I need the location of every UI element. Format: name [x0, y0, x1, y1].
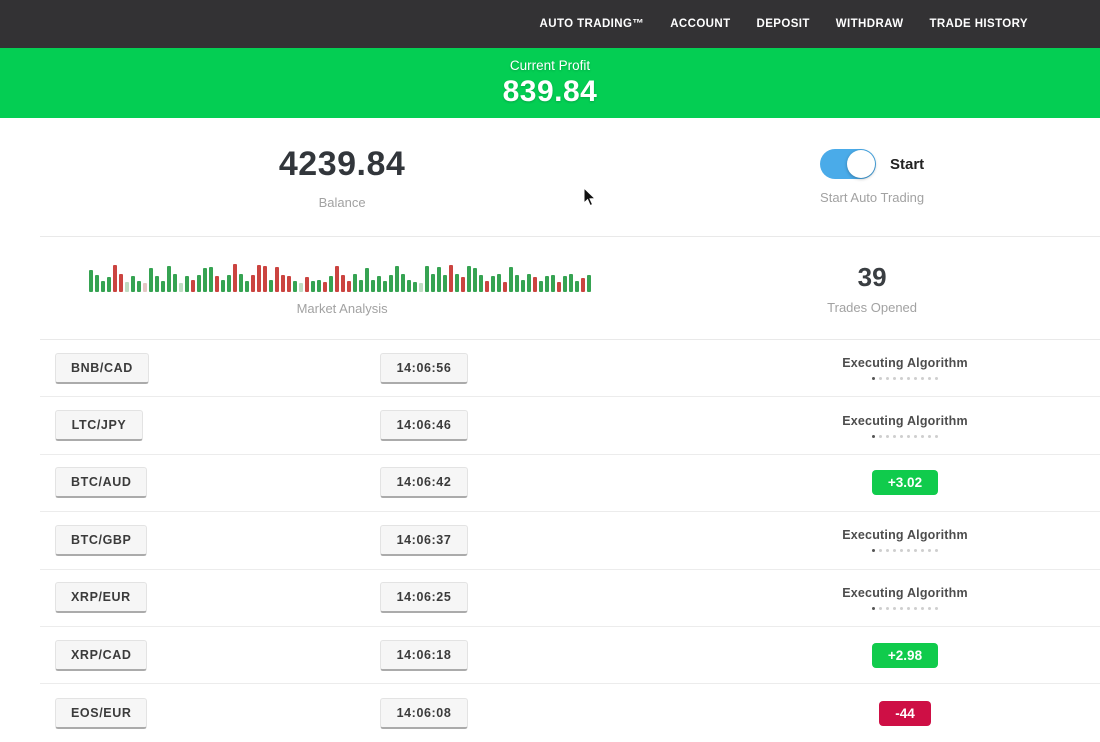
nav-item-deposit[interactable]: DEPOSIT [757, 18, 810, 30]
auto-trading-toggle[interactable] [820, 149, 876, 179]
time-badge: 14:06:08 [380, 698, 468, 729]
current-profit-value: 839.84 [503, 75, 598, 109]
nav-item-account[interactable]: ACCOUNT [670, 18, 730, 30]
executing-algorithm-label: Executing Algorithm [842, 528, 968, 542]
nav-item-withdraw[interactable]: WITHDRAW [836, 18, 904, 30]
time-badge: 14:06:37 [380, 525, 468, 556]
profit-badge: + 2.98 [872, 643, 938, 668]
time-badge: 14:06:18 [380, 640, 468, 671]
auto-trading-cell: Start Start Auto Trading [644, 118, 1100, 236]
executing-algorithm-label: Executing Algorithm [842, 414, 968, 428]
current-profit-label: Current Profit [510, 58, 590, 73]
toggle-state-label: Start [890, 156, 924, 173]
progress-dots-icon [872, 607, 938, 610]
balance-cell: 4239.84 Balance [40, 118, 644, 236]
result-sign: + [888, 648, 896, 663]
result-value: 3.02 [896, 475, 922, 490]
time-badge: 14:06:42 [380, 467, 468, 498]
pair-badge: EOS/EUR [55, 698, 147, 729]
time-badge: 14:06:46 [380, 410, 468, 441]
trades-opened-cell: 39 Trades Opened [644, 237, 1100, 339]
progress-dots-icon [872, 435, 938, 438]
trades-opened-label: Trades Opened [827, 300, 917, 315]
loss-badge: - 44 [879, 701, 931, 726]
progress-dots-icon [872, 549, 938, 552]
pair-badge: BTC/AUD [55, 467, 147, 498]
time-badge: 14:06:25 [380, 582, 468, 613]
market-analysis-label: Market Analysis [297, 301, 388, 316]
current-profit-banner: Current Profit 839.84 [0, 48, 1100, 118]
progress-dots-icon [872, 377, 938, 380]
pair-badge: XRP/EUR [55, 582, 147, 613]
result-value: 44 [900, 706, 915, 721]
trades-opened-value: 39 [858, 262, 887, 293]
executing-algorithm-label: Executing Algorithm [842, 586, 968, 600]
balance-section: 4239.84 Balance Start Start Auto Trading [40, 118, 1100, 237]
table-row: BTC/AUD 14:06:42 + 3.02 [40, 455, 1100, 512]
top-navigation: AUTO TRADING™ ACCOUNT DEPOSIT WITHDRAW T… [0, 0, 1100, 48]
table-row: XRP/EUR 14:06:25 Executing Algorithm [40, 570, 1100, 627]
market-analysis-chart [89, 260, 595, 292]
executing-algorithm-label: Executing Algorithm [842, 356, 968, 370]
table-row: EOS/EUR 14:06:08 - 44 [40, 684, 1100, 741]
table-row: LTC/JPY 14:06:46 Executing Algorithm [40, 397, 1100, 454]
market-section: Market Analysis 39 Trades Opened [40, 237, 1100, 340]
table-row: XRP/CAD 14:06:18 + 2.98 [40, 627, 1100, 684]
pair-badge: BTC/GBP [55, 525, 147, 556]
nav-item-auto-trading[interactable]: AUTO TRADING™ [540, 18, 645, 30]
time-badge: 14:06:56 [380, 353, 468, 384]
pair-badge: LTC/JPY [55, 410, 143, 441]
pair-badge: XRP/CAD [55, 640, 147, 671]
nav-item-trade-history[interactable]: TRADE HISTORY [930, 18, 1029, 30]
pair-badge: BNB/CAD [55, 353, 149, 384]
profit-badge: + 3.02 [872, 470, 938, 495]
table-row: BNB/CAD 14:06:56 Executing Algorithm [40, 340, 1100, 397]
toggle-knob-icon [847, 150, 875, 178]
trades-list: BNB/CAD 14:06:56 Executing Algorithm LTC… [40, 340, 1100, 742]
auto-trading-label: Start Auto Trading [820, 190, 924, 205]
market-analysis-cell: Market Analysis [40, 237, 644, 339]
table-row: BTC/GBP 14:06:37 Executing Algorithm [40, 512, 1100, 569]
balance-label: Balance [319, 195, 366, 210]
result-sign: + [888, 475, 896, 490]
balance-value: 4239.84 [279, 145, 405, 184]
result-value: 2.98 [896, 648, 922, 663]
